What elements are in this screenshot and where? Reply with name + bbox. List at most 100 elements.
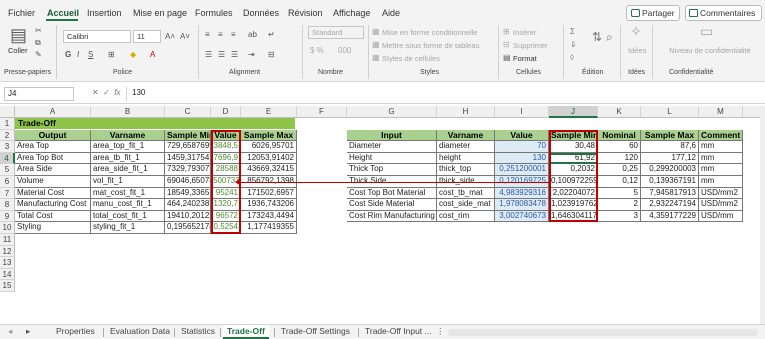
table-cell[interactable]: 7,945817913 (641, 187, 699, 200)
select-all-corner[interactable] (0, 106, 15, 118)
font-name-select[interactable]: Calibri (63, 30, 131, 43)
table-header-cell[interactable]: Value (211, 129, 241, 142)
row-header-5[interactable]: 5 (0, 164, 15, 176)
table-cell[interactable]: Area Top (15, 141, 91, 153)
column-header-g[interactable]: G (347, 106, 437, 118)
table-header-cell[interactable]: Varname (437, 129, 495, 142)
table-header-cell[interactable]: Sample Min (549, 129, 598, 142)
table-cell[interactable]: Volume (15, 176, 91, 188)
menu-insertion[interactable]: Insertion (87, 8, 122, 18)
table-cell[interactable]: 70 (495, 141, 549, 153)
cut-icon[interactable]: ✂ (35, 26, 42, 36)
table-cell[interactable]: mat_cost_fit_1 (91, 187, 165, 200)
row-header-13[interactable]: 13 (0, 257, 15, 269)
table-cell[interactable]: 171502,6957 (241, 187, 297, 200)
column-header-d[interactable]: D (211, 106, 241, 118)
sheet-tab-evaluation-data[interactable]: Evaluation Data (106, 325, 174, 339)
column-header-m[interactable]: M (699, 106, 743, 118)
table-header-cell[interactable]: Nominal (598, 129, 641, 142)
table-cell[interactable]: manu_cost_fit_1 (91, 199, 165, 211)
table-cell[interactable]: Cost Top Bot Material (347, 187, 437, 200)
table-cell[interactable]: Area Top Bot (15, 152, 91, 165)
table-cell[interactable]: 12053,91402 (241, 152, 297, 165)
table-cell[interactable]: Diameter (347, 141, 437, 153)
formula-input[interactable]: 130 (126, 87, 761, 101)
table-cell[interactable]: 18549,33657 (165, 187, 211, 200)
font-color-icon[interactable]: A (150, 50, 155, 60)
menu-donnees[interactable]: Données (243, 8, 279, 18)
row-header-2[interactable]: 2 (0, 129, 15, 142)
row-header-4[interactable]: 4 (0, 152, 15, 165)
table-cell[interactable]: thick_top (437, 164, 495, 176)
copy-icon[interactable]: ⧉ (35, 38, 41, 48)
vertical-scrollbar[interactable] (760, 106, 765, 324)
row-header-9[interactable]: 9 (0, 210, 15, 223)
menu-fichier[interactable]: Fichier (8, 8, 35, 18)
column-header-h[interactable]: H (437, 106, 495, 118)
table-header-cell[interactable]: Output (15, 129, 91, 142)
table-cell[interactable]: cost_rim (437, 210, 495, 223)
row-header-3[interactable]: 3 (0, 141, 15, 153)
table-cell[interactable]: total_cost_fit_1 (91, 210, 165, 223)
column-header-f[interactable]: F (297, 106, 347, 118)
table-cell[interactable]: Total Cost (15, 210, 91, 223)
row-header-10[interactable]: 10 (0, 222, 15, 234)
table-cell[interactable]: 173243,4494 (241, 210, 297, 223)
table-cell[interactable]: Cost Rim Manufacturing (347, 210, 437, 223)
align-bottom-icon[interactable]: ≡ (231, 30, 236, 40)
table-cell[interactable]: 96572 (211, 210, 241, 223)
menu-revision[interactable]: Révision (288, 8, 323, 18)
table-cell[interactable]: mm (699, 176, 743, 188)
table-cell[interactable]: Cost Side Material (347, 199, 437, 211)
thousands-icon[interactable]: 000 (338, 46, 351, 56)
table-cell[interactable]: 1459,31754 (165, 152, 211, 165)
row-header-14[interactable]: 14 (0, 268, 15, 281)
column-header-j[interactable]: J (549, 106, 598, 118)
sensitivity-button[interactable]: Niveau de confidentialité (668, 46, 752, 55)
column-header-n[interactable]: N (743, 106, 760, 118)
table-cell[interactable]: 95241 (211, 187, 241, 200)
sheet-tab-properties[interactable]: Properties (52, 325, 99, 339)
number-format-select[interactable]: Standard (308, 26, 364, 39)
align-right-icon[interactable]: ☰ (231, 50, 238, 60)
menu-aide[interactable]: Aide (382, 8, 400, 18)
enter-icon[interactable]: ✓ (103, 88, 110, 97)
table-cell[interactable]: 0,25 (598, 164, 641, 176)
table-cell[interactable]: 0,2032 (549, 164, 598, 176)
table-cell[interactable]: 1,023919762 (549, 199, 598, 211)
clear-icon[interactable]: ◊ (570, 53, 574, 63)
sheet-tab-trade-off-input[interactable]: Trade-Off Input ... (361, 325, 436, 339)
table-cell[interactable]: USD/mm2 (699, 199, 743, 211)
share-button[interactable]: Partager (626, 5, 680, 21)
table-cell[interactable]: 0,12 (598, 176, 641, 188)
fill-icon[interactable]: ⇓ (570, 40, 577, 50)
align-left-icon[interactable]: ☰ (205, 50, 212, 60)
sheet-tab-trade-off[interactable]: Trade-Off (223, 325, 269, 339)
sort-filter-icon[interactable]: ⇅ (592, 31, 602, 43)
menu-mise-en-page[interactable]: Mise en page (133, 8, 187, 18)
bold-icon[interactable]: G (65, 50, 71, 60)
table-cell[interactable]: cost_tb_mat (437, 187, 495, 200)
font-grow-icon[interactable]: A˄ (165, 32, 175, 42)
row-header-12[interactable]: 12 (0, 245, 15, 258)
table-cell[interactable]: 2 (598, 199, 641, 211)
paste-button[interactable]: Coller (8, 46, 28, 55)
table-cell[interactable]: 3 (598, 210, 641, 223)
row-header-8[interactable]: 8 (0, 199, 15, 211)
table-cell[interactable]: USD/mm2 (699, 187, 743, 200)
row-header-1[interactable]: 1 (0, 118, 15, 130)
orientation-icon[interactable]: ab (248, 30, 257, 40)
table-cell[interactable]: 1,978083478 (495, 199, 549, 211)
fx-icon[interactable]: fx (114, 88, 120, 97)
column-header-l[interactable]: L (641, 106, 699, 118)
table-cell[interactable]: 1,177419355 (241, 222, 297, 234)
table-cell[interactable]: area_tb_fit_1 (91, 152, 165, 165)
table-cell[interactable]: mm (699, 164, 743, 176)
table-cell[interactable]: styling_fit_1 (91, 222, 165, 234)
currency-icon[interactable]: $ % (310, 46, 324, 56)
prev-sheet-icon[interactable]: ◂ (4, 325, 16, 339)
sheet-options-icon[interactable]: ⋮ (432, 325, 449, 339)
cancel-icon[interactable]: ✕ (92, 88, 99, 97)
indent-icon[interactable]: ⇥ (248, 50, 255, 60)
table-cell[interactable]: 30,48 (549, 141, 598, 153)
